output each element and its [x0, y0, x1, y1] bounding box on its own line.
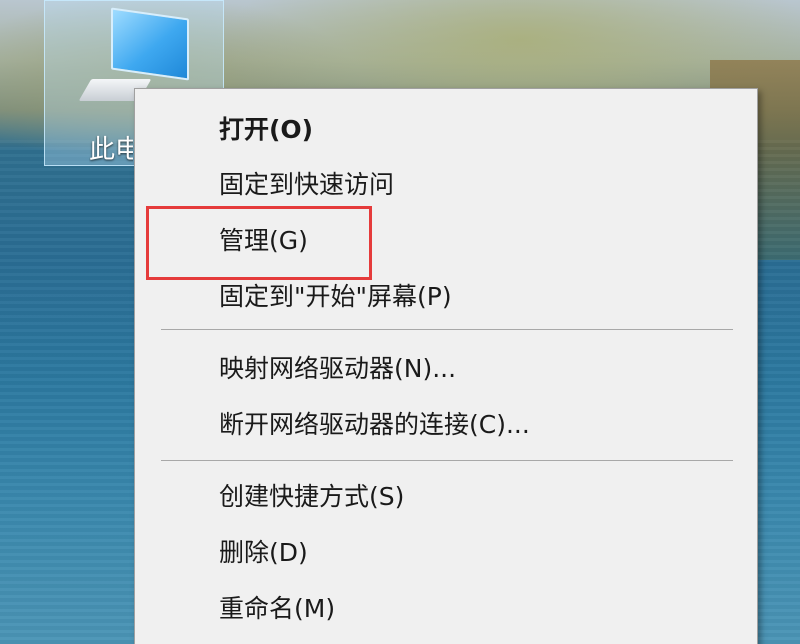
- menu-item-rename[interactable]: 重命名(M): [219, 592, 335, 626]
- menu-item-delete[interactable]: 删除(D): [219, 536, 308, 570]
- menu-separator: [161, 329, 733, 330]
- menu-item-pin-start[interactable]: 固定到"开始"屏幕(P): [219, 280, 452, 314]
- context-menu: 打开(O) 固定到快速访问 管理(G) 固定到"开始"屏幕(P) 映射网络驱动器…: [134, 88, 758, 644]
- menu-item-disconnect-network-drive[interactable]: 断开网络驱动器的连接(C)...: [219, 408, 530, 442]
- menu-item-pin-quick-access[interactable]: 固定到快速访问: [219, 168, 394, 202]
- desktop-icon-label: 此电脑: [89, 135, 133, 165]
- menu-item-open[interactable]: 打开(O): [219, 113, 313, 147]
- menu-separator: [161, 460, 733, 461]
- computer-icon: [111, 7, 189, 81]
- menu-item-create-shortcut[interactable]: 创建快捷方式(S): [219, 480, 404, 514]
- menu-item-manage[interactable]: 管理(G): [219, 224, 308, 258]
- menu-item-map-network-drive[interactable]: 映射网络驱动器(N)...: [219, 352, 456, 386]
- desktop: 此电脑 打开(O) 固定到快速访问 管理(G) 固定到"开始"屏幕(P) 映射网…: [0, 0, 800, 644]
